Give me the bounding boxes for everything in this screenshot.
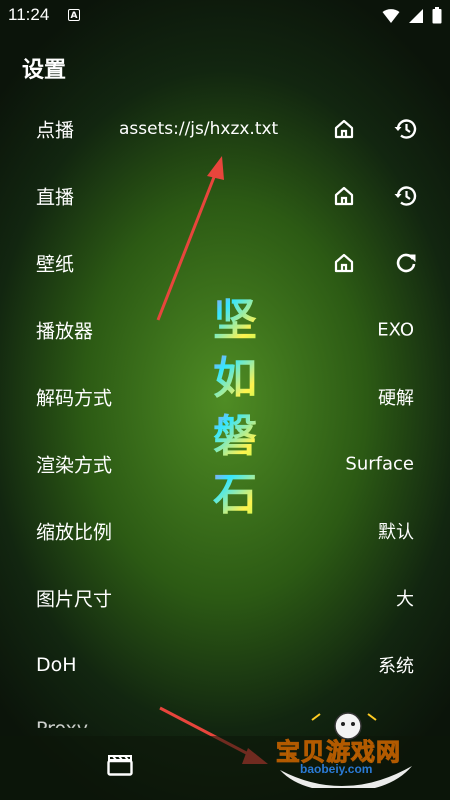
history-icon[interactable] [392,182,420,210]
wifi-icon [382,8,400,23]
setting-value: 硬解 [378,387,414,409]
home-icon[interactable] [330,249,358,277]
setting-value: 系统 [378,655,414,677]
setting-label: 缩放比例 [36,521,113,543]
setting-value: 大 [396,588,414,610]
home-icon[interactable] [330,182,358,210]
site-watermark-url: baobeiy.com [300,762,373,776]
page-title: 设置 [22,58,67,83]
signal-icon [409,8,423,23]
setting-label: 点播 [36,119,75,141]
setting-label: 直播 [36,186,75,208]
wallpaper-char: 坚 [195,292,275,350]
battery-icon [432,7,442,24]
settings-row-wallpaper[interactable]: 壁纸 [0,229,450,296]
settings-row-doh[interactable]: DoH 系统 [0,631,450,698]
home-icon[interactable] [330,115,358,143]
status-time: 11:24 [8,5,50,24]
setting-value: EXO [377,319,414,340]
setting-label: 图片尺寸 [36,588,113,610]
wallpaper-char: 石 [195,466,275,524]
notification-icon: A [68,9,80,21]
settings-row-vod[interactable]: 点播 assets://js/hxzx.txt [0,95,450,162]
film-clapper-icon[interactable] [107,754,133,780]
setting-value: Surface [345,453,414,474]
setting-label: 播放器 [36,320,94,342]
settings-row-live[interactable]: 直播 [0,162,450,229]
setting-label: 解码方式 [36,387,113,409]
refresh-icon[interactable] [392,249,420,277]
setting-value: assets://js/hxzx.txt [119,118,279,139]
history-icon[interactable] [392,115,420,143]
setting-label: DoH [36,653,77,676]
setting-value: 默认 [378,521,414,543]
wallpaper-calligraphy: 坚 如 磐 石 [195,292,275,524]
wallpaper-char: 如 [195,350,275,408]
status-bar: 11:24 A [0,0,450,32]
wallpaper-char: 磐 [195,408,275,466]
setting-label: 渲染方式 [36,454,113,476]
settings-row-image-size[interactable]: 图片尺寸 大 [0,564,450,631]
setting-label: 壁纸 [36,253,75,275]
